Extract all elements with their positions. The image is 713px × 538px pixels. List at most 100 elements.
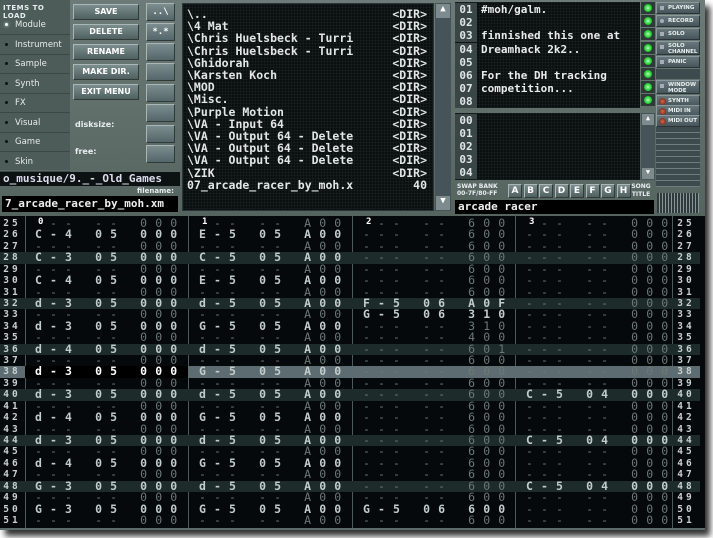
channel-sliders[interactable] xyxy=(656,127,700,187)
file-list-item[interactable]: \MOD <DIR> xyxy=(187,81,429,93)
channel-led[interactable] xyxy=(641,68,655,80)
pattern-row[interactable]: 46 46 d-4 05 000 G-5 05 A00 --- -- 600 --- --… xyxy=(0,458,700,469)
file-list-item[interactable]: \VA - Output 64 - Delete <DIR> xyxy=(187,154,429,166)
pattern-cell[interactable]: --- -- A00 xyxy=(189,446,352,457)
pattern-cell[interactable]: C-5 04 000 xyxy=(516,481,679,492)
pattern-row[interactable]: 47 47 --- -- 000 --- -- A00 --- -- 600 --- --… xyxy=(0,469,700,480)
pattern-cell[interactable]: --- -- A00 xyxy=(189,515,352,526)
pattern-cell[interactable]: d-3 05 000 xyxy=(25,298,188,309)
scroll-down-icon[interactable]: ▼ xyxy=(436,196,450,210)
pattern-cell[interactable]: C-5 04 000 xyxy=(516,389,679,400)
pattern-cell[interactable]: G-3 05 000 xyxy=(25,504,188,515)
pattern-cell[interactable]: --- -- 000 xyxy=(516,401,679,412)
rename-button[interactable]: RENAME xyxy=(73,44,139,60)
pattern-row[interactable]: 42 42 d-4 05 000 G-5 05 A00 --- -- 600 --- --… xyxy=(0,412,700,423)
pattern-cell[interactable]: --- -- A00 xyxy=(189,401,352,412)
pattern-cell[interactable]: G-5 05 A00 xyxy=(189,321,352,332)
shortcut-button[interactable] xyxy=(146,84,175,102)
shortcut-button[interactable] xyxy=(146,145,175,163)
file-list-item[interactable]: \4 Mat <DIR> xyxy=(187,20,429,32)
delete-button[interactable]: DELETE xyxy=(73,24,139,40)
channel-led[interactable] xyxy=(641,2,655,14)
pattern-cell[interactable]: --- -- 000 xyxy=(516,287,679,298)
exit-menu-button[interactable]: EXIT MENU xyxy=(73,84,139,100)
pattern-row[interactable]: 27 27 --- -- 000 --- -- A00 --- -- 600 --- --… xyxy=(0,241,700,252)
pattern-cell[interactable]: G-5 05 A00 xyxy=(189,366,352,377)
bank-button-c[interactable]: C xyxy=(539,184,553,198)
pattern-cell[interactable]: d-5 05 A00 xyxy=(189,481,352,492)
pattern-cell[interactable]: --- -- 000 xyxy=(516,332,679,343)
file-list-item[interactable]: \Chris Huelsbeck - Turri <DIR> xyxy=(187,32,429,44)
pattern-row[interactable]: 30 30 C-4 05 000 E-5 05 A00 --- -- 600 --- --… xyxy=(0,275,700,286)
pattern-cell[interactable]: --- -- 000 xyxy=(516,298,679,309)
pattern-cell[interactable]: --- -- 600 xyxy=(353,366,516,377)
pattern-cell[interactable]: C-5 05 A00 xyxy=(189,252,352,263)
load-item-game[interactable]: Game xyxy=(0,131,70,152)
window-mode-button[interactable]: WINDOW MODE xyxy=(656,80,700,94)
pattern-cell[interactable]: --- -- 000 xyxy=(516,412,679,423)
pattern-row[interactable]: 45 45 --- -- 000 --- -- A00 --- -- 600 --- --… xyxy=(0,446,700,457)
pattern-cell[interactable]: --- -- 600 xyxy=(353,424,516,435)
pattern-cell[interactable]: --- -- 000 xyxy=(25,241,188,252)
pattern-cell[interactable]: d-3 05 000 xyxy=(25,366,188,378)
pattern-cell[interactable]: --- -- 600 xyxy=(353,446,516,457)
pattern-cell[interactable]: --- -- A00 xyxy=(189,469,352,480)
pattern-cell[interactable]: d-3 05 000 xyxy=(25,321,188,332)
load-item-fx[interactable]: FX xyxy=(0,92,70,113)
pattern-row[interactable]: 35 35 --- -- 000 --- -- A00 --- -- 400 --- --… xyxy=(0,332,700,343)
pattern-cell[interactable]: --- -- 000 xyxy=(516,469,679,480)
make-dir-button[interactable]: MAKE DIR. xyxy=(73,64,139,80)
pattern-row[interactable]: 38 38 d-3 05 000 G-5 05 A00 --- -- 600 --- --… xyxy=(0,366,700,378)
pattern-cell[interactable]: --- -- 000 xyxy=(516,515,679,526)
pattern-cell[interactable]: --- -- 000 xyxy=(516,241,679,252)
pattern-cell[interactable]: d-5 05 A00 xyxy=(189,389,352,400)
pattern-cell[interactable]: d-5 05 A00 xyxy=(189,298,352,309)
save-button[interactable]: SAVE xyxy=(73,4,139,20)
pattern-cell[interactable]: --- -- 600 xyxy=(353,252,516,263)
pattern-cell[interactable]: --- -- 600 xyxy=(353,275,516,286)
pattern-cell[interactable]: G-3 05 000 xyxy=(25,481,188,492)
pattern-cell[interactable]: --- -- 600 xyxy=(353,492,516,503)
pattern-cell[interactable]: --- -- 600 xyxy=(353,229,516,240)
pattern-cell[interactable]: --- -- 000 xyxy=(25,469,188,480)
load-item-sample[interactable]: Sample xyxy=(0,53,70,74)
pattern-row[interactable]: 31 31 --- -- 000 --- -- A00 --- -- 600 --- --… xyxy=(0,287,700,298)
pattern-cell[interactable]: --- -- A00 xyxy=(189,332,352,343)
pattern-cell[interactable]: --- -- A00 xyxy=(189,309,352,320)
pattern-cell[interactable]: --- -- A00 xyxy=(189,287,352,298)
pattern-cell[interactable]: d-3 05 000 xyxy=(25,435,188,446)
pattern-cell[interactable]: G-5 05 A00 xyxy=(189,504,352,515)
parent-dir-button[interactable]: ..\ xyxy=(146,3,175,21)
bank-button-b[interactable]: B xyxy=(523,184,538,198)
pattern-cell[interactable]: --- -- 000 xyxy=(25,355,188,366)
bank-button-f[interactable]: F xyxy=(585,184,600,198)
pattern-cell[interactable]: --- -- 600 xyxy=(353,515,516,526)
pattern-row[interactable]: 49 49 --- -- 000 --- -- A00 --- -- 600 --- --… xyxy=(0,492,700,503)
pattern-row[interactable]: 32 32 d-3 05 000 d-5 05 A00 F-5 06 A0F --- --… xyxy=(0,297,700,310)
song-message[interactable]: 01 #moh/galm. 02 03 finnished this one at 04 D… xyxy=(455,2,640,109)
instrument-row[interactable]: 02 xyxy=(455,140,640,153)
load-item-visual[interactable]: Visual xyxy=(0,112,70,133)
pattern-row[interactable]: 50 50 G-3 05 000 G-5 05 A00 G-5 06 600 --- --… xyxy=(0,504,700,515)
midi-out-button[interactable]: MIDI OUT xyxy=(656,115,700,127)
pattern-cell[interactable]: --- -- 000 xyxy=(25,309,188,320)
pattern-cell[interactable]: G-5 05 A00 xyxy=(189,458,352,469)
pattern-cell[interactable]: --- -- 000 xyxy=(25,378,188,389)
pattern-cell[interactable]: --- -- A00 xyxy=(189,355,352,366)
pattern-cell[interactable]: --- -- 000 xyxy=(516,366,679,377)
pattern-cell[interactable]: --- -- 000 xyxy=(516,355,679,366)
pattern-cell[interactable]: d-4 05 000 xyxy=(25,458,188,469)
pattern-cell[interactable]: --- -- 000 xyxy=(516,229,679,240)
pattern-cell[interactable]: --- -- 600 xyxy=(353,401,516,412)
instrument-list[interactable]: 00 01 02 03 04 xyxy=(455,113,640,180)
load-item-synth[interactable]: Synth xyxy=(0,73,70,94)
pattern-row[interactable]: 25 25 --- -- 000 --- -- A00 --- -- 600 --- --… xyxy=(0,218,700,229)
pattern-cell[interactable]: --- -- 400 xyxy=(353,332,516,343)
file-list-item[interactable]: \Ghidorah <DIR> xyxy=(187,57,429,69)
load-item-instrument[interactable]: Instrument xyxy=(0,34,70,55)
all-files-filter-button[interactable]: *.* xyxy=(146,23,175,41)
scroll-up-icon[interactable]: ▲ xyxy=(436,4,450,18)
instrument-row[interactable]: 03 xyxy=(455,153,640,166)
channel-led[interactable] xyxy=(641,54,655,67)
pattern-row[interactable]: 29 29 --- -- 000 --- -- A00 --- -- 600 --- --… xyxy=(0,264,700,275)
